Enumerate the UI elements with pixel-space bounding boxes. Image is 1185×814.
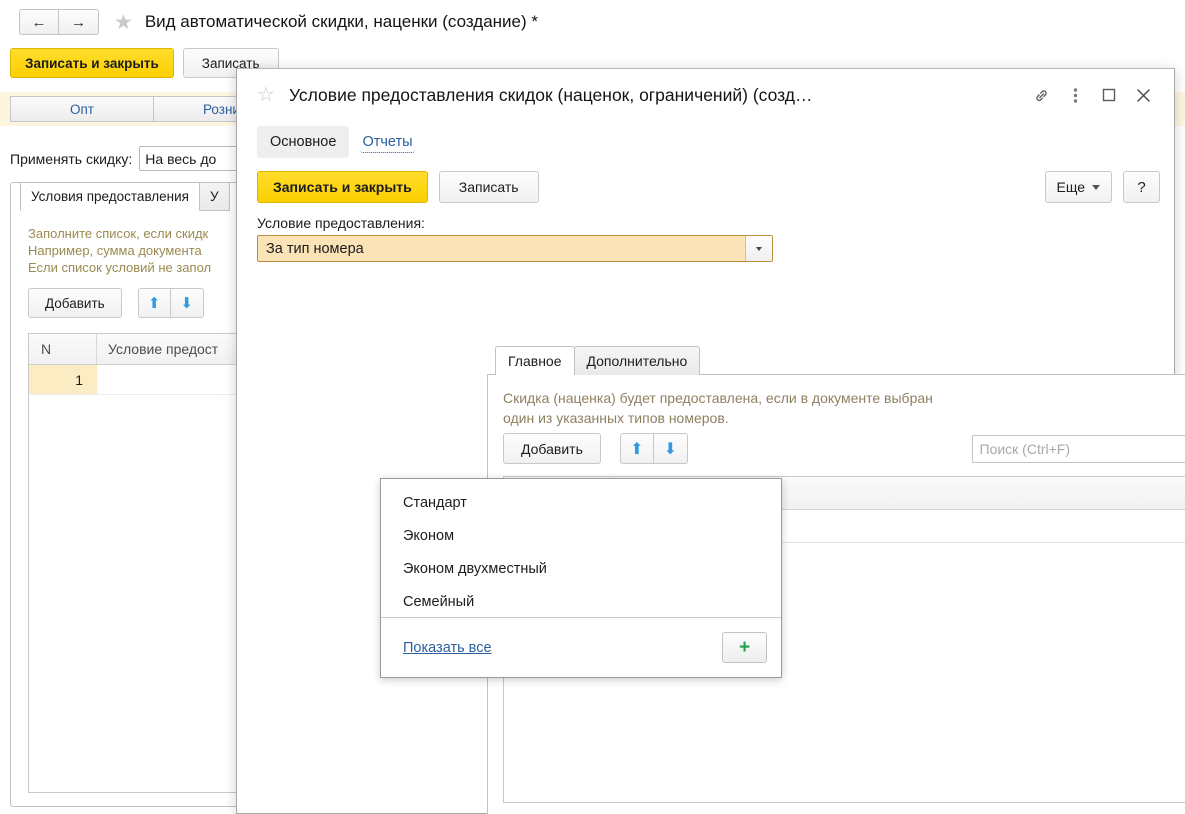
move-up-icon[interactable]: ⬆ (137, 288, 171, 318)
column-header-condition: Условие предост (108, 341, 219, 357)
row-condition[interactable] (97, 365, 237, 394)
description-line-1: Скидка (наценка) будет предоставлена, ес… (503, 390, 933, 406)
maximize-icon[interactable] (1092, 78, 1126, 112)
move-up-icon[interactable]: ⬆ (619, 433, 654, 464)
screen-root: ← → ★ Вид автоматической скидки, наценки… (0, 0, 1185, 814)
dialog-titlebar: ☆ Условие предоставления скидок (наценок… (237, 69, 1174, 121)
conditions-grid-header: N Условие предост (29, 334, 237, 365)
link-icon[interactable] (1024, 78, 1058, 112)
dropdown-list: Стандарт Эконом Эконом двухместный Семей… (381, 479, 781, 618)
condition-field-label: Условие предоставления: (257, 215, 425, 231)
conditions-panel: Условия предоставления У Заполните списо… (10, 182, 242, 807)
search-box[interactable]: ✕ (971, 434, 1185, 463)
table-row[interactable]: 1 (29, 365, 237, 395)
chevron-down-icon (1092, 184, 1100, 190)
dialog-toolbar-right: Еще ? (1044, 171, 1160, 203)
description-line-2: один из указанных типов номеров. (503, 410, 729, 426)
add-row-button[interactable]: Добавить (503, 433, 601, 464)
save-and-close-button[interactable]: Записать и закрыть (257, 171, 428, 203)
dialog-title-icons (1024, 78, 1174, 112)
page-title: Вид автоматической скидки, наценки (созд… (144, 12, 539, 31)
list-item[interactable]: Эконом двухместный (381, 552, 781, 585)
save-and-close-button[interactable]: Записать и закрыть (10, 48, 174, 78)
close-icon[interactable] (1126, 78, 1160, 112)
dialog-inner-tabs: Главное Дополнительно (495, 346, 701, 375)
list-item[interactable]: Семейный (381, 585, 781, 618)
inner-tab-glavnoe[interactable]: Главное (495, 346, 575, 375)
dialog-title: Условие предоставления скидок (наценок, … (288, 84, 813, 105)
move-down-icon[interactable]: ⬇ (653, 433, 688, 464)
conditions-command-bar: Добавить ⬆ ⬇ (28, 288, 204, 318)
content-command-bar: Добавить ⬆ ⬇ ✕ Еще (503, 433, 1185, 464)
move-down-icon[interactable]: ⬇ (170, 288, 204, 318)
move-buttons: ⬆ ⬇ (137, 288, 204, 318)
kebab-menu-icon[interactable] (1058, 78, 1092, 112)
dialog-toolbar: Записать и закрыть Записать Еще ? (237, 163, 1174, 211)
show-all-link[interactable]: Показать все (403, 640, 492, 656)
hint-line-1: Заполните список, если скидк (28, 226, 209, 241)
dropdown-footer: Показать все + (381, 617, 781, 677)
plus-icon[interactable]: + (722, 632, 767, 663)
apply-discount-row: Применять скидку: На весь до (10, 146, 260, 171)
chevron-down-icon (756, 246, 762, 251)
favorite-star-icon[interactable]: ★ (114, 12, 133, 33)
nav-buttons: ← → (19, 9, 99, 35)
inner-tab-dopolnitelno[interactable]: Дополнительно (573, 346, 701, 375)
forward-button[interactable]: → (59, 9, 99, 35)
tab-otchety[interactable]: Отчеты (360, 131, 415, 153)
condition-dialog: ☆ Условие предоставления скидок (наценок… (236, 68, 1185, 814)
favorite-star-icon[interactable]: ☆ (257, 85, 275, 105)
apply-discount-label: Применять скидку: (10, 150, 133, 167)
move-buttons: ⬆ ⬇ (619, 433, 688, 464)
condition-select[interactable]: За тип номера (257, 235, 773, 262)
more-button-label: Еще (1056, 179, 1086, 195)
conditions-hint: Заполните список, если скидк Например, с… (28, 225, 211, 276)
list-item[interactable]: Эконом (381, 519, 781, 552)
condition-select-button[interactable] (745, 236, 772, 261)
back-button[interactable]: ← (19, 9, 59, 35)
conditions-panel-tabs: Условия предоставления У (20, 183, 230, 211)
add-condition-button[interactable]: Добавить (28, 288, 122, 318)
condition-select-value[interactable]: За тип номера (258, 236, 745, 261)
tab-opt[interactable]: Опт (10, 96, 154, 122)
row-number: 1 (29, 365, 97, 394)
hint-line-3: Если список условий не запол (28, 260, 212, 275)
column-header-n: N (29, 334, 97, 364)
panel-tab-conditions[interactable]: Условия предоставления (20, 183, 200, 211)
background-titlebar: ← → ★ Вид автоматической скидки, наценки… (0, 0, 1185, 44)
search-input[interactable] (972, 435, 1185, 462)
tab-osnovnoe[interactable]: Основное (257, 126, 350, 158)
conditions-grid: N Условие предост 1 (28, 333, 238, 793)
room-type-dropdown: Стандарт Эконом Эконом двухместный Семей… (380, 478, 782, 678)
list-item[interactable]: Стандарт (381, 486, 781, 519)
panel-tab-second[interactable]: У (199, 183, 230, 211)
help-button[interactable]: ? (1123, 171, 1160, 203)
save-button[interactable]: Записать (438, 171, 539, 203)
content-description: Скидка (наценка) будет предоставлена, ес… (503, 388, 933, 428)
dialog-nav-tabs: Основное Отчеты (237, 121, 1174, 163)
search-area: ✕ Еще (971, 433, 1185, 464)
hint-line-2: Например, сумма документа (28, 243, 202, 258)
more-button[interactable]: Еще (1044, 171, 1112, 203)
